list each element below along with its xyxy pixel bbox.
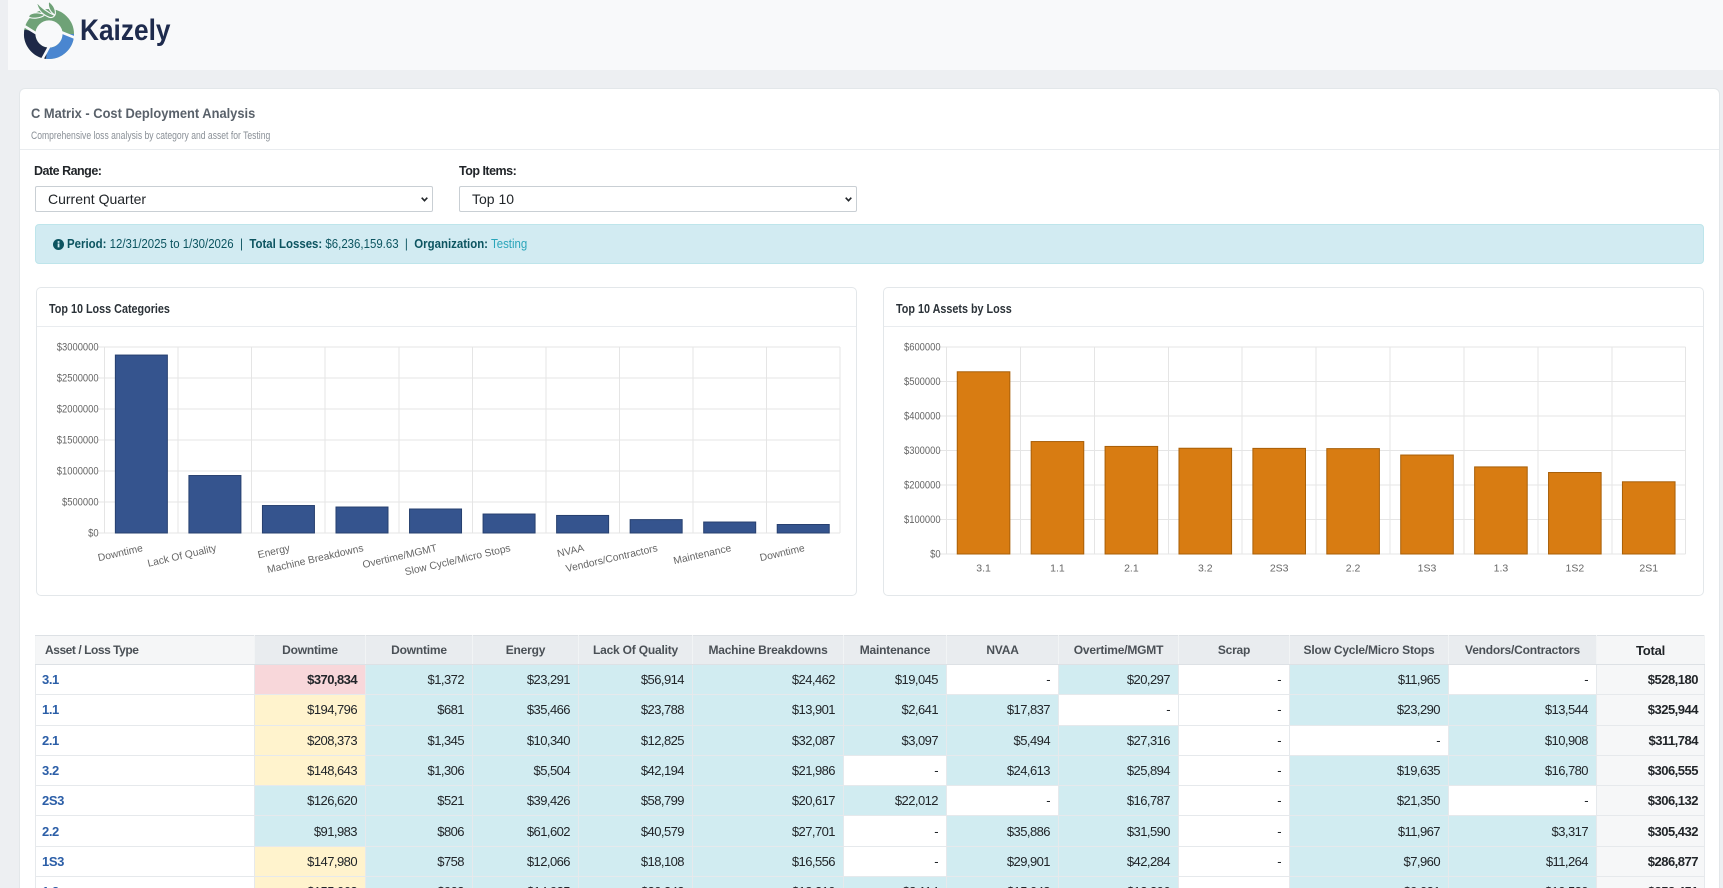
svg-text:Downtime: Downtime xyxy=(759,543,806,564)
svg-text:$100000: $100000 xyxy=(904,514,941,526)
svg-text:Lack Of Quality: Lack Of Quality xyxy=(147,543,219,570)
svg-text:NVAA: NVAA xyxy=(556,543,585,560)
svg-text:3.2: 3.2 xyxy=(1198,563,1213,575)
svg-text:$200000: $200000 xyxy=(904,480,941,492)
svg-text:1.3: 1.3 xyxy=(1494,563,1509,575)
svg-text:$2500000: $2500000 xyxy=(57,373,99,385)
svg-text:1S2: 1S2 xyxy=(1565,563,1584,575)
svg-text:Maintenance: Maintenance xyxy=(672,543,732,567)
svg-text:$0: $0 xyxy=(930,549,941,561)
svg-text:1.1: 1.1 xyxy=(1050,563,1065,575)
svg-text:2.1: 2.1 xyxy=(1124,563,1139,575)
svg-text:1S3: 1S3 xyxy=(1418,563,1437,575)
svg-text:$2000000: $2000000 xyxy=(57,404,99,416)
svg-text:2.2: 2.2 xyxy=(1346,563,1361,575)
svg-text:$600000: $600000 xyxy=(904,342,941,354)
svg-text:$1000000: $1000000 xyxy=(57,466,99,478)
svg-text:2S1: 2S1 xyxy=(1639,563,1658,575)
svg-text:Energy: Energy xyxy=(257,543,292,561)
svg-text:$1500000: $1500000 xyxy=(57,435,99,447)
svg-text:$500000: $500000 xyxy=(904,376,941,388)
svg-text:$3000000: $3000000 xyxy=(57,342,99,354)
svg-text:2S3: 2S3 xyxy=(1270,563,1289,575)
svg-text:$500000: $500000 xyxy=(62,497,99,509)
svg-text:3.1: 3.1 xyxy=(976,563,991,575)
svg-text:$0: $0 xyxy=(88,528,99,540)
svg-text:$300000: $300000 xyxy=(904,445,941,457)
svg-text:$400000: $400000 xyxy=(904,411,941,423)
svg-text:Downtime: Downtime xyxy=(97,543,144,564)
